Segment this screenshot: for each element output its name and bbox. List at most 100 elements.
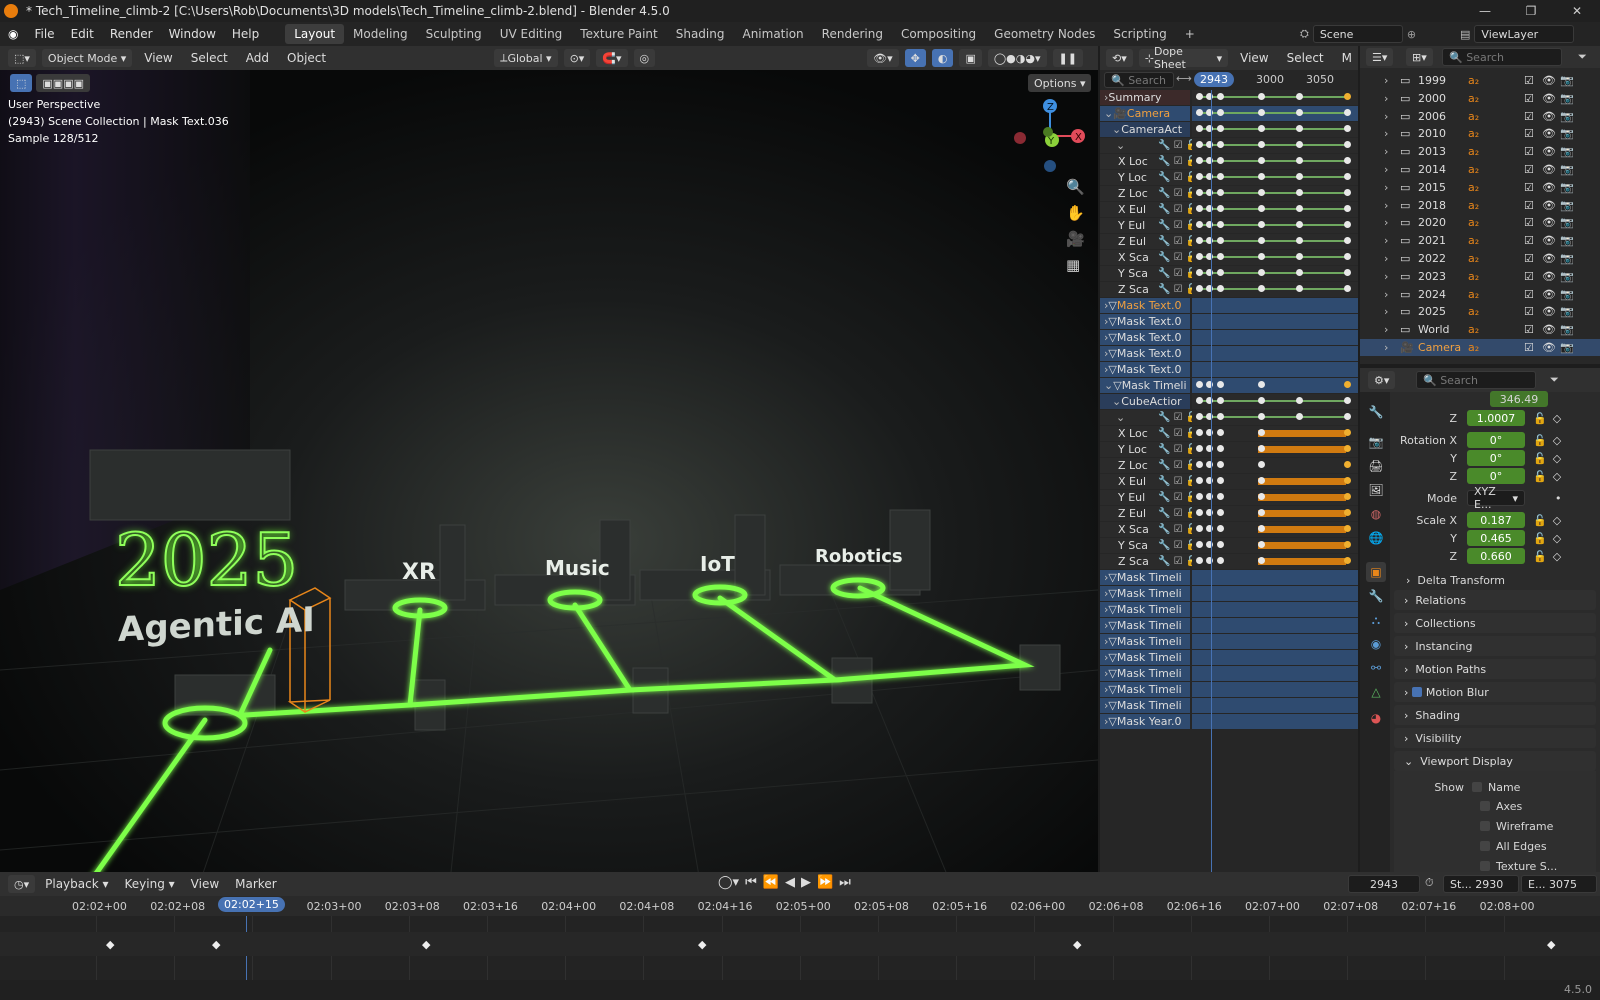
expand-arrow-icon[interactable]: › (1384, 163, 1400, 176)
dope-keyframe-row[interactable] (1192, 570, 1358, 585)
outliner-checkbox[interactable]: ☑ (1524, 92, 1542, 105)
dope-channel-38[interactable]: › ▽ Mask Timeli (1100, 698, 1190, 713)
outliner-checkbox[interactable]: ☑ (1524, 323, 1542, 336)
menu-add[interactable]: Add (240, 51, 275, 65)
properties-editor-type-icon[interactable]: ⚙▾ (1368, 371, 1396, 389)
outliner-contents-icons[interactable]: a₂ (1468, 288, 1524, 301)
outliner-row[interactable]: › ▭ 2015 a₂ ☑ 👁 📷 (1360, 179, 1600, 196)
data-tab-icon[interactable]: △ (1366, 682, 1386, 702)
tab-sculpting[interactable]: Sculpting (417, 24, 491, 44)
keyframe-dot[interactable] (1258, 141, 1265, 148)
outliner-camera-render-icon[interactable]: 📷 (1560, 74, 1578, 87)
tab-geometry-nodes[interactable]: Geometry Nodes (985, 24, 1104, 44)
keyframe-dot[interactable] (1344, 429, 1351, 436)
dope-channel-39[interactable]: › ▽ Mask Year.0 (1100, 714, 1190, 729)
keyframe-dot[interactable] (1196, 157, 1203, 164)
dope-keyframe-row[interactable] (1192, 218, 1358, 233)
dope-menu-select[interactable]: Select (1281, 51, 1330, 65)
scene-icon[interactable]: ⛭ (1300, 27, 1309, 41)
dope-keyframe-row[interactable] (1192, 522, 1358, 537)
pan-hand-icon[interactable]: ✋ (1066, 204, 1085, 222)
keyframe-dot[interactable] (1258, 285, 1265, 292)
jump-keyframe-back-icon[interactable]: ⏪ (763, 875, 779, 890)
keyframe-dot[interactable] (1217, 253, 1224, 260)
keyframe-dot[interactable] (1217, 125, 1224, 132)
dope-channel-13[interactable]: › ▽ Mask Text.0 (1100, 298, 1190, 313)
outliner-checkbox[interactable]: ☑ (1524, 181, 1542, 194)
dope-keyframe-row[interactable] (1192, 426, 1358, 441)
outliner-eye-icon[interactable]: 👁 (1542, 234, 1560, 247)
lock-icon[interactable]: 🔓 (1533, 550, 1547, 563)
outliner-row[interactable]: › 🎥 Camera a₂ ☑ 👁 📷 (1360, 339, 1600, 356)
menu-view[interactable]: View (138, 51, 178, 65)
outliner-eye-icon[interactable]: 👁 (1542, 341, 1560, 354)
constraints-tab-icon[interactable]: ⚯ (1366, 658, 1386, 678)
expand-arrow-icon[interactable]: ⌄ (1104, 107, 1113, 120)
outliner-camera-render-icon[interactable]: 📷 (1560, 270, 1578, 283)
keyframe-dot[interactable] (1296, 269, 1303, 276)
expand-arrow-icon[interactable]: › (1384, 199, 1400, 212)
tab-scripting[interactable]: Scripting (1104, 24, 1175, 44)
dope-keyframe-row[interactable] (1192, 106, 1358, 121)
keyframe-dot[interactable] (1344, 125, 1351, 132)
outliner-checkbox[interactable]: ☑ (1524, 270, 1542, 283)
keyframe-dot[interactable] (1344, 221, 1351, 228)
tab-compositing[interactable]: Compositing (892, 24, 985, 44)
outliner-row[interactable]: › ▭ 2025 a₂ ☑ 👁 📷 (1360, 303, 1600, 320)
dope-keyframe-row[interactable] (1192, 490, 1358, 505)
timeline-keyframe[interactable]: ◆ (212, 938, 220, 951)
panel-relations[interactable]: › Relations (1394, 590, 1596, 610)
expand-arrow-icon[interactable]: › (1384, 127, 1400, 140)
properties-options-icon[interactable]: ⏷ (1550, 373, 1559, 387)
expand-arrow-icon[interactable]: › (1384, 323, 1400, 336)
keyframe-dot[interactable] (1258, 509, 1265, 516)
keyframe-dot[interactable] (1217, 525, 1224, 532)
overlay-toggle-icon[interactable]: ◐ (931, 49, 954, 67)
lock-icon[interactable]: 🔓 (1533, 434, 1547, 447)
outliner-checkbox[interactable]: ☑ (1524, 288, 1542, 301)
keyframe-dot[interactable] (1344, 525, 1351, 532)
particles-tab-icon[interactable]: ⛬ (1366, 610, 1386, 630)
outliner-eye-icon[interactable]: 👁 (1542, 323, 1560, 336)
keyframe-dot[interactable] (1258, 429, 1265, 436)
outliner-checkbox[interactable]: ☑ (1524, 127, 1542, 140)
expand-arrow-icon[interactable]: ⌄ (1112, 123, 1121, 136)
snap-icon[interactable]: 🧲▾ (596, 49, 628, 67)
3d-viewport[interactable]: 2025 Agentic AI XR Music IoT Robotics Us… (0, 70, 1098, 882)
show-axes-checkbox[interactable] (1480, 801, 1490, 811)
keyframe-dot[interactable] (1217, 445, 1224, 452)
outliner-camera-render-icon[interactable]: 📷 (1560, 323, 1578, 336)
keyframe-dot[interactable] (1196, 285, 1203, 292)
outliner-contents-icons[interactable]: a₂ (1468, 181, 1524, 194)
expand-arrow-icon[interactable]: ⌄ (1116, 411, 1125, 424)
keyframe-dot[interactable] (1196, 413, 1203, 420)
keyframe-dot[interactable] (1217, 173, 1224, 180)
outliner-checkbox[interactable]: ☑ (1524, 305, 1542, 318)
keyframe-dot[interactable] (1217, 477, 1224, 484)
object-tab-icon[interactable]: ▣ (1366, 562, 1386, 582)
motion-blur-checkbox[interactable] (1411, 687, 1422, 697)
keyframe-dot[interactable] (1196, 205, 1203, 212)
keyframe-dot[interactable] (1296, 141, 1303, 148)
keyframe-dot[interactable] (1344, 445, 1351, 452)
expand-arrow-icon[interactable]: › (1384, 252, 1400, 265)
camera-view-icon[interactable]: 🎥 (1066, 230, 1085, 248)
keyframe-dot[interactable] (1258, 221, 1265, 228)
select-tool-icon[interactable]: ⬚ (10, 74, 33, 92)
outliner-camera-render-icon[interactable]: 📷 (1560, 305, 1578, 318)
navigation-gizmo[interactable]: X Y Z (1010, 96, 1090, 176)
tab-rendering[interactable]: Rendering (813, 24, 892, 44)
keyframe-dot[interactable] (1344, 141, 1351, 148)
dope-keyframe-row[interactable] (1192, 474, 1358, 489)
show-all-edges-checkbox[interactable] (1480, 841, 1490, 851)
jump-start-icon[interactable]: ⏮ (745, 875, 757, 890)
scale-x-field[interactable]: 0.187 (1467, 512, 1525, 528)
outliner-eye-icon[interactable]: 👁 (1542, 305, 1560, 318)
dope-keyframe-row[interactable] (1192, 602, 1358, 617)
dope-keyframe-row[interactable] (1192, 138, 1358, 153)
dope-keyframe-row[interactable] (1192, 442, 1358, 457)
mode-keyframe-dot[interactable]: • (1555, 492, 1562, 505)
pivot-icon[interactable]: ⊙▾ (563, 49, 591, 67)
keyframe-dot[interactable] (1196, 509, 1203, 516)
timeline-keyframe[interactable]: ◆ (698, 938, 706, 951)
